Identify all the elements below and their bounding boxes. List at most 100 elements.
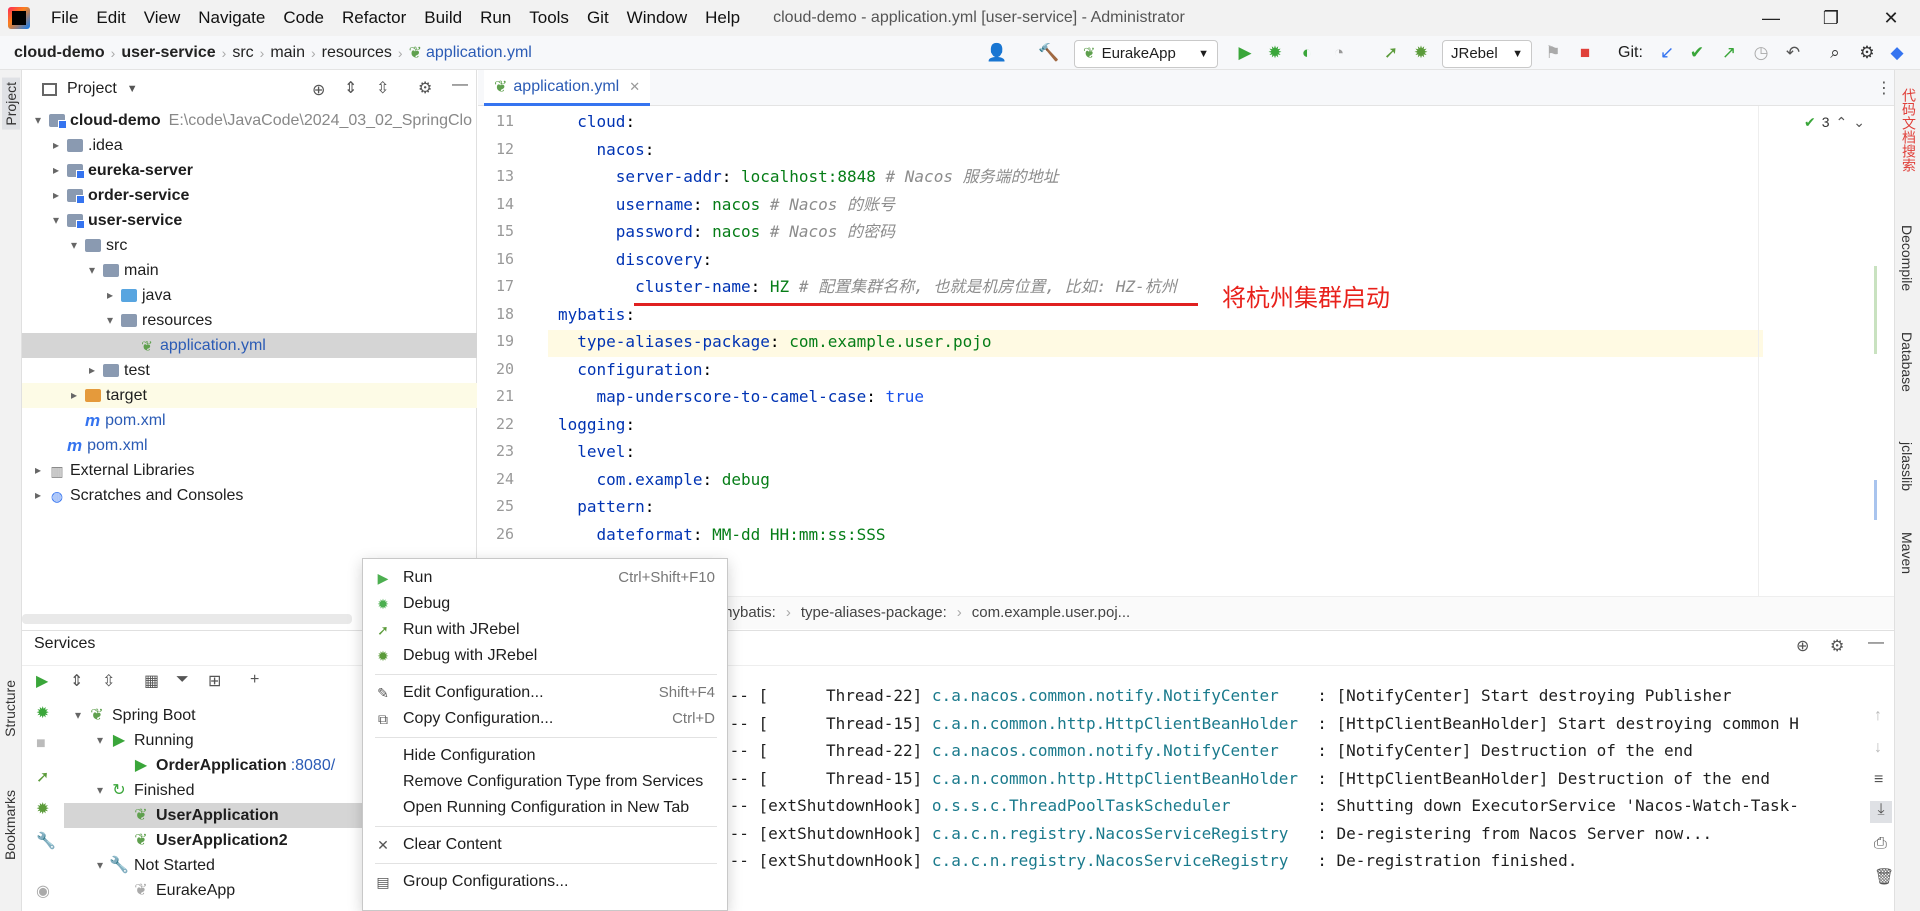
- print-icon[interactable]: ⎙: [1874, 835, 1887, 853]
- project-tree-item[interactable]: ▾ src: [66, 233, 127, 258]
- context-menu-item[interactable]: ✹ Debug with JRebel: [363, 643, 727, 669]
- chevron-down-icon[interactable]: ▼: [127, 83, 138, 95]
- bookmarks-tool-tab[interactable]: Bookmarks: [2, 790, 18, 860]
- structure-tool-tab[interactable]: Structure: [2, 680, 18, 737]
- minimize-button[interactable]: —: [1748, 0, 1794, 36]
- service-tree-item[interactable]: ▶ OrderApplication:8080/: [114, 753, 335, 778]
- expand-all-icon[interactable]: ⇕: [344, 78, 357, 98]
- context-menu-item[interactable]: Open Running Configuration in New Tab: [363, 795, 727, 821]
- jrebel-debug-icon[interactable]: ✹: [1410, 42, 1432, 64]
- jetbrains-toolbox-icon[interactable]: ◆: [1886, 42, 1908, 64]
- options-gear-icon[interactable]: ⚙: [1830, 636, 1844, 656]
- code-editor[interactable]: 11 12 13 14 15 16 17 18 19 20 21 22 23 24 25 26 cloud: …: [478, 106, 1894, 596]
- service-port-link[interactable]: :8080/: [291, 753, 335, 778]
- context-menu-item[interactable]: Hide Configuration: [363, 743, 727, 769]
- project-tree-item[interactable]: ❦ application.yml: [120, 333, 266, 358]
- menu-window[interactable]: Window: [618, 0, 696, 36]
- chevron-right-icon[interactable]: ▸: [84, 358, 100, 383]
- chevron-down-icon[interactable]: ▾: [48, 208, 64, 233]
- service-tree-item[interactable]: ▾ 🔧 Not Started: [92, 853, 215, 878]
- context-menu-item[interactable]: ✕ Clear Content: [363, 832, 727, 858]
- service-tree-item[interactable]: ▾ ↻ Finished: [92, 778, 195, 803]
- breadcrumb-item[interactable]: src: [226, 44, 259, 62]
- project-tree-item[interactable]: ▸ order-service: [48, 183, 189, 208]
- add-service-icon[interactable]: +: [250, 671, 259, 689]
- service-tree-item[interactable]: ▾ ▶ Running: [92, 728, 194, 753]
- editor-breadcrumb-item[interactable]: type-aliases-package:: [801, 604, 947, 621]
- project-view-title[interactable]: Project: [67, 80, 117, 98]
- menu-refactor[interactable]: Refactor: [333, 0, 415, 36]
- settings-gear-icon[interactable]: ⚙: [1856, 42, 1878, 64]
- chevron-right-icon[interactable]: ▸: [66, 383, 82, 408]
- context-menu-item[interactable]: ⧉ Copy Configuration... Ctrl+D: [363, 706, 727, 732]
- git-update-icon[interactable]: ↙: [1656, 42, 1678, 64]
- breadcrumb-item[interactable]: resources: [316, 44, 398, 62]
- editor-breadcrumb-item[interactable]: com.example.user.poj...: [972, 604, 1130, 621]
- chevron-down-icon[interactable]: ▾: [92, 853, 108, 878]
- project-tool-tab[interactable]: Project: [2, 78, 20, 130]
- filter-icon[interactable]: ⏷: [176, 671, 189, 689]
- hide-panel-icon[interactable]: —: [1868, 634, 1884, 652]
- jclasslib-tool-tab[interactable]: jclasslib: [1899, 442, 1915, 491]
- wrench-icon[interactable]: 🔧: [36, 831, 56, 851]
- chevron-down-icon[interactable]: ▾: [70, 703, 86, 728]
- service-tree-item[interactable]: ❦ UserApplication: [114, 803, 278, 828]
- database-tool-tab[interactable]: Database: [1899, 332, 1915, 392]
- service-tree-item[interactable]: ❦ UserApplication2: [114, 828, 287, 853]
- context-menu-item[interactable]: ▶ Run Ctrl+Shift+F10: [363, 565, 727, 591]
- more-options-icon[interactable]: ⋮: [1876, 78, 1892, 98]
- maven-tool-tab[interactable]: Maven: [1899, 532, 1915, 574]
- project-tree-item[interactable]: ▸ ◍ Scratches and Consoles: [30, 483, 243, 508]
- decompile-tool-tab[interactable]: Decompile: [1899, 225, 1915, 291]
- doc-search-tool-tab[interactable]: 代码文档搜索: [1899, 88, 1919, 172]
- tab-application-yml[interactable]: ❦ application.yml ✕: [484, 70, 651, 106]
- soft-wrap-icon[interactable]: ≡: [1874, 771, 1883, 789]
- project-tree-item[interactable]: ▸ .idea: [48, 133, 123, 158]
- menu-build[interactable]: Build: [415, 0, 471, 36]
- menu-run[interactable]: Run: [471, 0, 520, 36]
- search-icon[interactable]: ⌕: [1824, 42, 1846, 64]
- context-menu-item[interactable]: ▤ Group Configurations...: [363, 869, 727, 895]
- horizontal-scrollbar[interactable]: [22, 614, 352, 624]
- coverage-icon[interactable]: ◐: [1296, 42, 1318, 64]
- debug-icon[interactable]: ✹: [1264, 42, 1286, 64]
- project-tree-item[interactable]: ▾ user-service: [48, 208, 182, 233]
- service-tree-item[interactable]: ▾ ❦ Spring Boot: [70, 703, 196, 728]
- chevron-down-icon[interactable]: ▾: [102, 308, 118, 333]
- jrebel-select[interactable]: JRebel ▼: [1442, 40, 1532, 68]
- close-tab-icon[interactable]: ✕: [629, 79, 640, 95]
- new-tab-icon[interactable]: ⊞: [208, 671, 221, 691]
- chevron-right-icon[interactable]: ▸: [30, 483, 46, 508]
- breadcrumb-item[interactable]: ❦ application.yml: [403, 43, 538, 63]
- run-icon[interactable]: ▶: [1234, 42, 1256, 64]
- menu-file[interactable]: File: [42, 0, 87, 36]
- chevron-down-icon[interactable]: ▾: [30, 108, 46, 133]
- trash-icon[interactable]: 🗑: [1874, 867, 1894, 887]
- chevron-down-icon[interactable]: ▾: [66, 233, 82, 258]
- menu-edit[interactable]: Edit: [87, 0, 134, 36]
- stop-icon[interactable]: ■: [36, 735, 46, 753]
- inspection-widget[interactable]: ✔ 3 ⌃ ⌄: [1804, 114, 1865, 131]
- jrebel-run-icon[interactable]: ➚: [1380, 42, 1402, 64]
- project-tree-item[interactable]: ▾ main: [84, 258, 159, 283]
- locate-icon[interactable]: ⊕: [312, 80, 325, 100]
- breadcrumb-item[interactable]: main: [264, 44, 311, 62]
- chevron-right-icon[interactable]: ▸: [30, 458, 46, 483]
- locate-icon[interactable]: ⊕: [1796, 636, 1809, 656]
- menu-code[interactable]: Code: [274, 0, 333, 36]
- project-tree-item[interactable]: ▸ target: [66, 383, 147, 408]
- project-tree-item[interactable]: ▸ ▥ External Libraries: [30, 458, 195, 483]
- menu-view[interactable]: View: [135, 0, 190, 36]
- group-by-icon[interactable]: ▦: [144, 671, 159, 691]
- user-icon[interactable]: 👤: [986, 42, 1008, 64]
- editor-breadcrumb-item[interactable]: mybatis:: [720, 604, 776, 621]
- chevron-down-icon[interactable]: ▾: [92, 728, 108, 753]
- stop-icon[interactable]: ■: [1574, 42, 1596, 64]
- scroll-down-icon[interactable]: ↓: [1874, 739, 1882, 757]
- chevron-up-icon[interactable]: ⌃: [1836, 114, 1848, 131]
- run-icon[interactable]: ▶: [36, 671, 48, 691]
- menu-git[interactable]: Git: [578, 0, 618, 36]
- expand-all-icon[interactable]: ⇕: [70, 671, 83, 691]
- git-commit-icon[interactable]: ✔: [1686, 42, 1708, 64]
- chevron-down-icon[interactable]: ▾: [92, 778, 108, 803]
